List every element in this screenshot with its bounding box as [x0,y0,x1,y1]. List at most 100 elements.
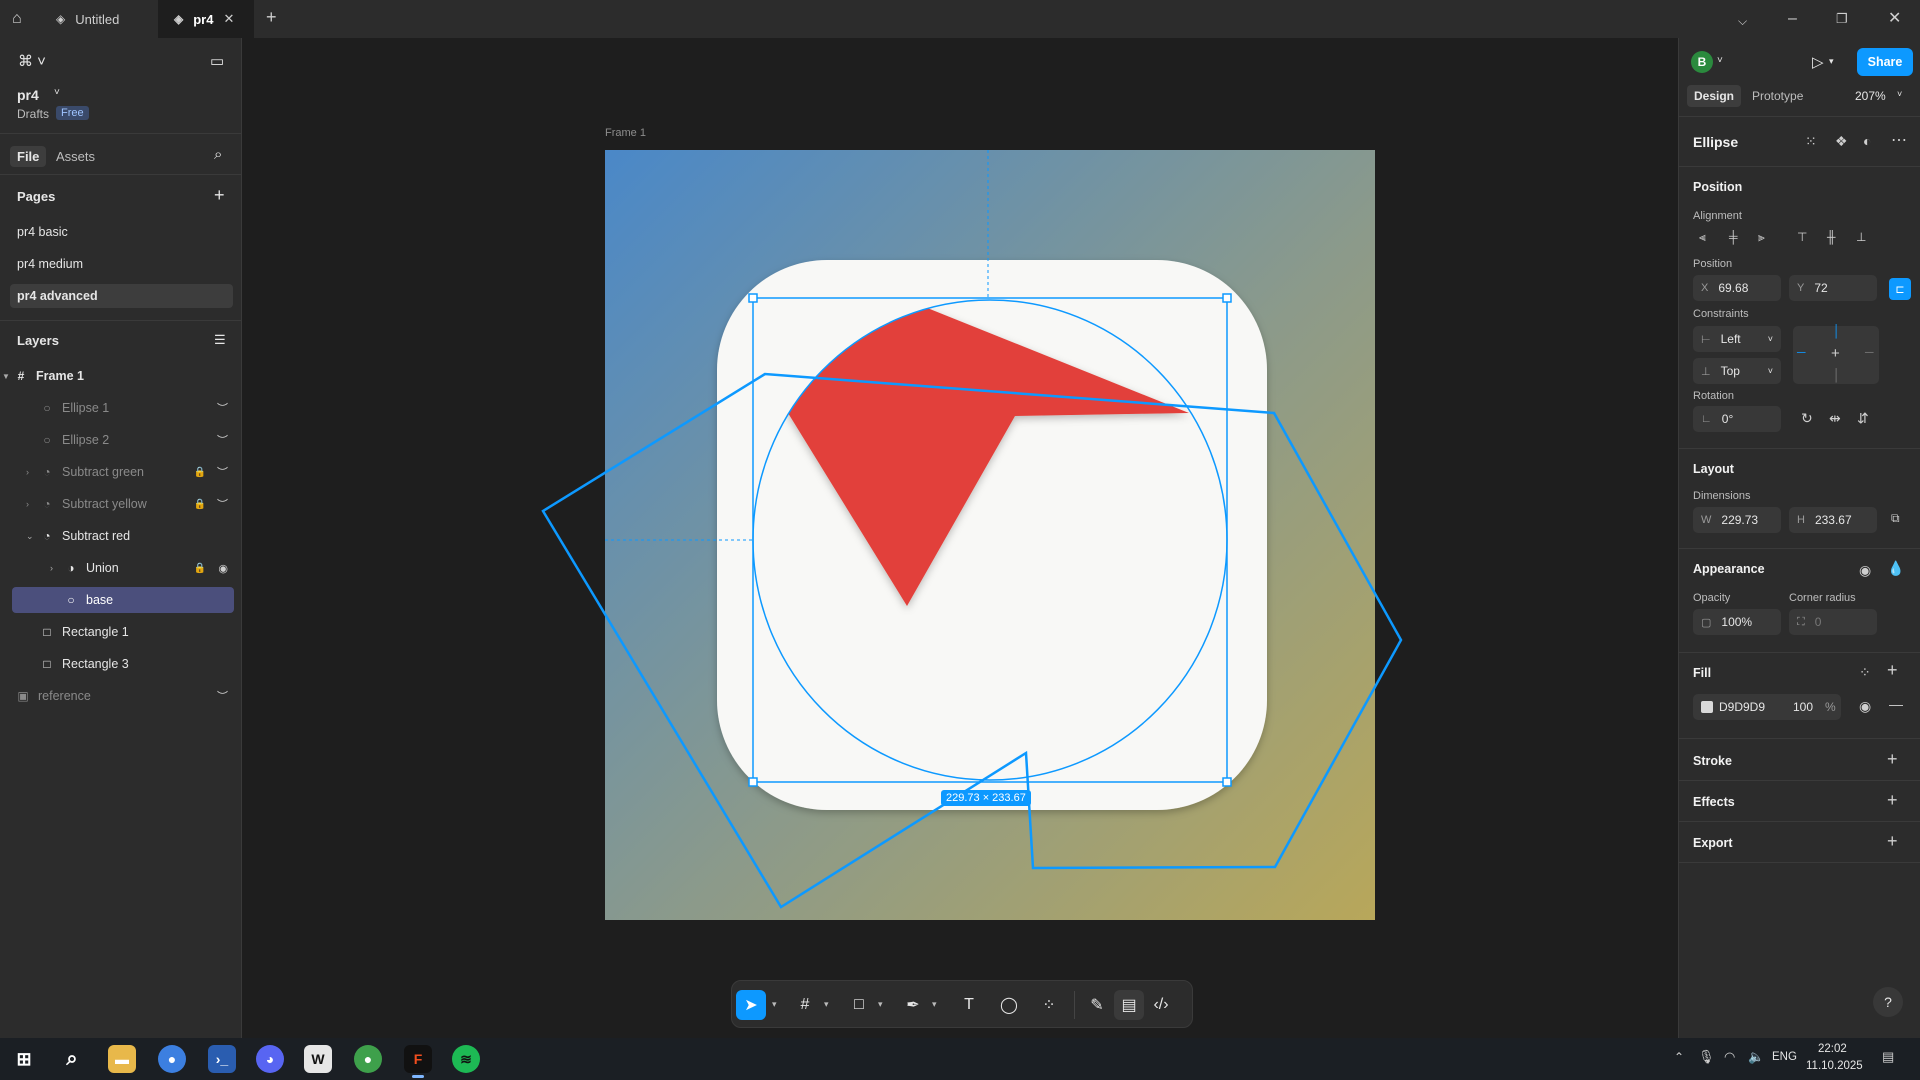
constraints-toggle-icon[interactable]: ⊏ [1889,278,1911,300]
resize-handle[interactable] [748,293,758,303]
spotify-icon[interactable]: ≋ [452,1045,480,1073]
minimize-icon[interactable]: – [1788,10,1797,28]
lock-icon[interactable]: 🔒 [194,467,206,478]
eye-icon[interactable]: ◉ [218,562,228,575]
notion-icon[interactable]: W [304,1045,332,1073]
clock-date[interactable]: 11.10.2025 [1806,1060,1863,1072]
design-mode-button[interactable]: ▤ [1114,990,1144,1020]
align-bottom-icon[interactable]: ⊥ [1856,230,1866,244]
comment-tool-button[interactable]: ◯ [994,990,1024,1020]
chevron-right-icon[interactable]: › [26,467,40,477]
volume-icon[interactable]: 🔈 [1748,1049,1764,1065]
actions-tool-button[interactable]: ⁘ [1034,990,1064,1020]
eye-icon[interactable]: ◉ [1859,562,1871,579]
more-options-icon[interactable]: ⋯ [1891,130,1907,150]
layer-ellipse-1[interactable]: ○ Ellipse 1 ︶ [12,395,234,421]
layer-subtract-yellow[interactable]: › ◔ Subtract yellow 🔒 ︶ [12,491,234,517]
microphone-icon[interactable]: 🎙 [1698,1049,1715,1065]
layer-frame-1[interactable]: ▼ # Frame 1 [2,363,224,389]
opacity-field[interactable]: ▢ 100% [1693,609,1781,635]
chevron-right-icon[interactable]: › [26,499,40,509]
layer-reference[interactable]: ▣ reference ︶ [12,683,234,709]
hidden-eye-icon[interactable]: ︶ [217,496,228,512]
component-icon[interactable]: ❖ [1835,133,1848,150]
search-icon[interactable]: ⌕ [214,146,222,163]
canvas[interactable]: Frame 1 229.73 × 233.67 [243,38,1677,1038]
discord-icon[interactable]: ◕ [256,1045,284,1073]
pen-tool-button[interactable]: ✒ [898,990,928,1020]
align-top-icon[interactable]: ⊤ [1797,230,1807,244]
grid-icon[interactable]: ⁙ [1805,133,1817,150]
wifi-icon[interactable]: ◠ [1724,1049,1735,1065]
chevron-down-icon[interactable]: ˅ [54,87,60,98]
layer-subtract-green[interactable]: › ◔ Subtract green 🔒 ︶ [12,459,234,485]
add-effect-icon[interactable]: + [1887,790,1898,811]
chevron-down-icon[interactable]: ▾ [824,999,829,1010]
tab-pr4[interactable]: ◈ pr4 ✕ [158,0,254,38]
corner-radius-field[interactable]: ⛶ 0 [1789,609,1877,635]
resize-handle[interactable] [1222,777,1232,787]
page-item[interactable]: pr4 basic [10,220,233,244]
hidden-eye-icon[interactable]: ︶ [217,432,228,448]
move-tool-button[interactable]: ➤ [736,990,766,1020]
layers-filter-icon[interactable]: ☰ [214,332,226,348]
add-export-icon[interactable]: + [1887,831,1898,852]
sidebar-toggle-icon[interactable]: ▭ [210,52,224,70]
lock-icon[interactable]: 🔒 [194,563,206,574]
mask-icon[interactable]: ◐ [1863,133,1871,149]
tab-untitled[interactable]: ◈ Untitled [40,0,158,38]
add-page-icon[interactable]: + [214,185,225,206]
blend-mode-icon[interactable]: 💧 [1887,560,1904,577]
help-button[interactable]: ? [1873,987,1903,1017]
lock-icon[interactable]: 🔒 [194,499,206,510]
constraint-vertical-select[interactable]: ⊥ Top ˅ [1693,358,1781,384]
hidden-eye-icon[interactable]: ︶ [217,400,228,416]
dev-mode-button[interactable]: ‹/› [1146,990,1176,1020]
y-field[interactable]: Y 72 [1789,275,1877,301]
layer-ellipse-2[interactable]: ○ Ellipse 2 ︶ [12,427,234,453]
language-indicator[interactable]: ENG [1772,1051,1797,1063]
layer-subtract-red[interactable]: ⌄ ◔ Subtract red [12,523,234,549]
figma-icon[interactable]: F [404,1045,432,1078]
tab-prototype[interactable]: Prototype [1752,89,1803,103]
add-fill-icon[interactable]: + [1887,660,1898,681]
close-tab-icon[interactable]: ✕ [223,11,234,27]
frame-tool-button[interactable]: # [790,990,820,1020]
avatar[interactable]: B [1691,51,1713,73]
new-tab-icon[interactable]: + [266,8,277,26]
x-field[interactable]: X 69.68 [1693,275,1781,301]
windows-start-icon[interactable]: ⊞ [10,1045,38,1073]
chevron-down-icon[interactable]: ▾ [932,999,937,1010]
fill-color-field[interactable]: D9D9D9 100 % [1693,694,1841,720]
eye-icon[interactable]: ◉ [1859,698,1871,715]
tab-assets[interactable]: Assets [56,149,95,164]
chevron-up-icon[interactable]: ⌃ [1674,1050,1684,1064]
page-item[interactable]: pr4 medium [10,252,233,276]
resize-handle[interactable] [748,777,758,787]
close-window-icon[interactable]: ✕ [1888,10,1901,28]
constraint-bottom-indicator[interactable]: │ [1833,368,1841,382]
text-tool-button[interactable]: T [954,990,984,1020]
layer-rectangle-3[interactable]: □ Rectangle 3 [12,651,234,677]
shape-tool-button[interactable]: □ [844,990,874,1020]
width-field[interactable]: W 229.73 [1693,507,1781,533]
chrome-profile-icon[interactable]: ● [354,1045,382,1073]
constraint-right-indicator[interactable]: ─ [1865,345,1874,359]
home-icon[interactable]: ⌂ [12,10,22,28]
constraint-left-indicator[interactable]: ─ [1797,345,1806,359]
chevron-right-icon[interactable]: › [50,563,64,573]
styles-grid-icon[interactable]: ⁘ [1859,664,1871,681]
align-right-icon[interactable]: ⫸ [1758,230,1765,245]
rotate-90-icon[interactable]: ↻ [1801,410,1813,427]
add-stroke-icon[interactable]: + [1887,749,1898,770]
share-button[interactable]: Share [1857,48,1913,76]
notifications-icon[interactable]: ▤ [1882,1049,1894,1065]
rotation-field[interactable]: ∟ 0° [1693,406,1781,432]
file-name[interactable]: pr4 [17,87,39,103]
constraint-horizontal-select[interactable]: ⊢ Left ˅ [1693,326,1781,352]
page-item-selected[interactable]: pr4 advanced [10,284,233,308]
clock-time[interactable]: 22:02 [1818,1043,1847,1055]
hidden-eye-icon[interactable]: ︶ [217,688,228,704]
resize-handle[interactable] [1222,293,1232,303]
restore-icon[interactable]: ❐ [1836,10,1848,28]
